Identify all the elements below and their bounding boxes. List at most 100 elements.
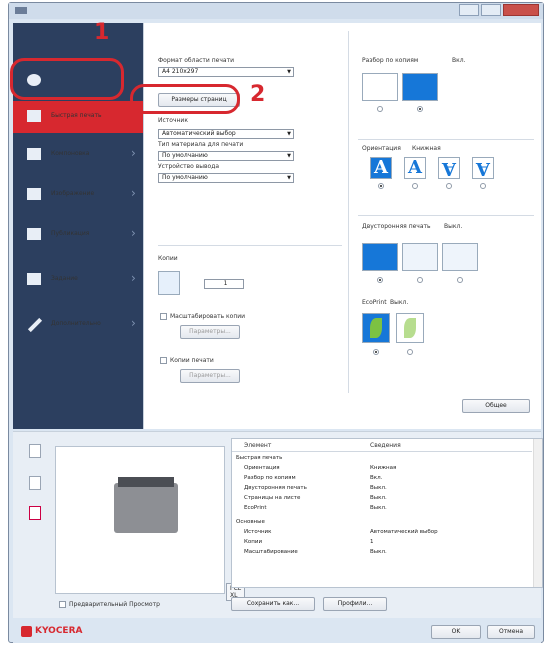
printer-preview: PCL XL: [55, 446, 246, 601]
minimize-button[interactable]: [459, 4, 479, 16]
orientation-value: Книжная: [412, 145, 441, 152]
portrait-rotated-option[interactable]: A: [438, 157, 460, 179]
column-value: Сведения: [370, 442, 401, 449]
watermark-label: Копии печати: [170, 357, 214, 364]
output-select[interactable]: По умолчанию ▼: [158, 173, 294, 183]
chevron-down-icon: ▼: [287, 153, 291, 159]
copies-label: Копии: [158, 255, 178, 262]
duplex-off-radio[interactable]: [377, 277, 383, 283]
duplex-long-radio[interactable]: [417, 277, 423, 283]
watermark-settings-button[interactable]: Параметры...: [180, 369, 240, 383]
ecoprint-label: EcoPrint: [362, 299, 387, 306]
cancel-button[interactable]: Отмена: [487, 625, 535, 639]
window-controls: [457, 4, 539, 16]
ecoprint-on-option[interactable]: [396, 313, 424, 343]
row-key: Страницы на листе: [244, 495, 301, 501]
profiles-button[interactable]: Профили...: [323, 597, 387, 611]
sidebar-item-job[interactable]: Задание ›: [13, 260, 143, 300]
sidebar-item-label: Компоновка: [51, 150, 90, 157]
copies-stepper[interactable]: 1: [204, 279, 244, 289]
source-label: Источник: [158, 117, 188, 124]
print-size-value: A4 210x297: [162, 68, 199, 75]
watermark-checkbox[interactable]: [160, 357, 167, 364]
scale-checkbox[interactable]: [160, 313, 167, 320]
orientation-label: Ориентация: [362, 145, 401, 152]
collate-off-radio[interactable]: [377, 106, 383, 112]
portrait-option[interactable]: A: [370, 157, 392, 179]
duplex-short-edge-option[interactable]: [442, 243, 478, 271]
printer-panel: [118, 477, 174, 487]
preview-checkbox[interactable]: [59, 601, 66, 608]
scrollbar[interactable]: [533, 439, 542, 587]
portrait-rotated-radio[interactable]: [446, 183, 452, 189]
sidebar-item-label: Задание: [51, 275, 78, 282]
collate-on-option[interactable]: [402, 73, 438, 101]
duplex-off-option[interactable]: [362, 243, 398, 271]
landscape-rotated-radio[interactable]: [480, 183, 486, 189]
landscape-option[interactable]: A: [404, 157, 426, 179]
media-type-select[interactable]: По умолчанию ▼: [158, 151, 294, 161]
row-key: Основные: [236, 519, 265, 525]
duplex-value: Выкл.: [444, 223, 463, 230]
arrow-icon: [27, 317, 43, 333]
ecoprint-on-radio[interactable]: [407, 349, 413, 355]
source-select[interactable]: Автоматический выбор ▼: [158, 129, 294, 139]
duplex-long-edge-option[interactable]: [402, 243, 438, 271]
ok-button[interactable]: OK: [431, 625, 481, 639]
ecoprint-value: Выкл.: [390, 299, 409, 306]
printer-view-icon[interactable]: [29, 444, 41, 458]
table-row: Страницы на листе Выкл.: [232, 495, 532, 504]
save-as-button[interactable]: Сохранить как...: [231, 597, 315, 611]
source-value: Автоматический выбор: [162, 130, 236, 137]
kyocera-logo: KYOCERA: [35, 626, 83, 636]
table-row: EcoPrint Выкл.: [232, 505, 532, 514]
collate-on-radio[interactable]: [417, 106, 423, 112]
sidebar-item-label: Быстрая печать: [51, 112, 102, 119]
duplex-short-radio[interactable]: [457, 277, 463, 283]
media-type-value: По умолчанию: [162, 152, 208, 159]
color-view-icon[interactable]: [29, 506, 41, 520]
landscape-rotated-option[interactable]: A: [472, 157, 494, 179]
print-icon: [27, 110, 41, 122]
book-icon: [27, 228, 41, 240]
maximize-button[interactable]: [481, 4, 501, 16]
kyocera-logo-icon: [21, 626, 32, 637]
row-key: Быстрая печать: [236, 455, 283, 461]
row-value: Выкл.: [370, 505, 387, 511]
leaf-icon: [370, 318, 382, 338]
callout-number-2: 2: [250, 82, 266, 107]
common-settings-button[interactable]: Общее: [462, 399, 530, 413]
sidebar-item-layout[interactable]: Компоновка ›: [13, 135, 143, 175]
media-type-label: Тип материала для печати: [158, 141, 244, 148]
sidebar-item-quick-print[interactable]: Быстрая печать: [13, 101, 143, 133]
copies-value: 1: [223, 280, 228, 287]
scale-settings-button[interactable]: Параметры...: [180, 325, 240, 339]
row-value: Выкл.: [370, 495, 387, 501]
printer-image: [114, 483, 178, 533]
sidebar-item-publishing[interactable]: Публикация ›: [13, 215, 143, 255]
print-size-select[interactable]: A4 210x297 ▼: [158, 67, 294, 77]
job-icon: [27, 273, 41, 285]
row-value: Вкл.: [370, 475, 383, 481]
app-icon: [15, 7, 27, 14]
ecoprint-off-option[interactable]: [362, 313, 390, 343]
settings-summary-table[interactable]: Элемент Сведения Быстрая печать Ориентац…: [231, 438, 543, 588]
page-view-icon[interactable]: [29, 476, 41, 490]
sidebar-item-label: Публикация: [51, 230, 90, 237]
chevron-down-icon: ▼: [287, 69, 291, 75]
portrait-radio[interactable]: [378, 183, 384, 189]
landscape-radio[interactable]: [412, 183, 418, 189]
close-button[interactable]: [503, 4, 539, 16]
title-bar: [9, 3, 543, 19]
row-value: Выкл.: [370, 485, 387, 491]
divider: [158, 245, 342, 246]
ecoprint-off-radio[interactable]: [373, 349, 379, 355]
chevron-right-icon: ›: [131, 146, 136, 160]
divider: [358, 139, 534, 140]
table-row: Быстрая печать: [232, 455, 532, 464]
divider: [358, 215, 534, 216]
collate-off-option[interactable]: [362, 73, 398, 101]
sidebar-item-advanced[interactable]: Дополнительно ›: [13, 305, 143, 345]
sidebar-item-image[interactable]: Изображение ›: [13, 175, 143, 215]
layout-icon: [27, 148, 41, 160]
